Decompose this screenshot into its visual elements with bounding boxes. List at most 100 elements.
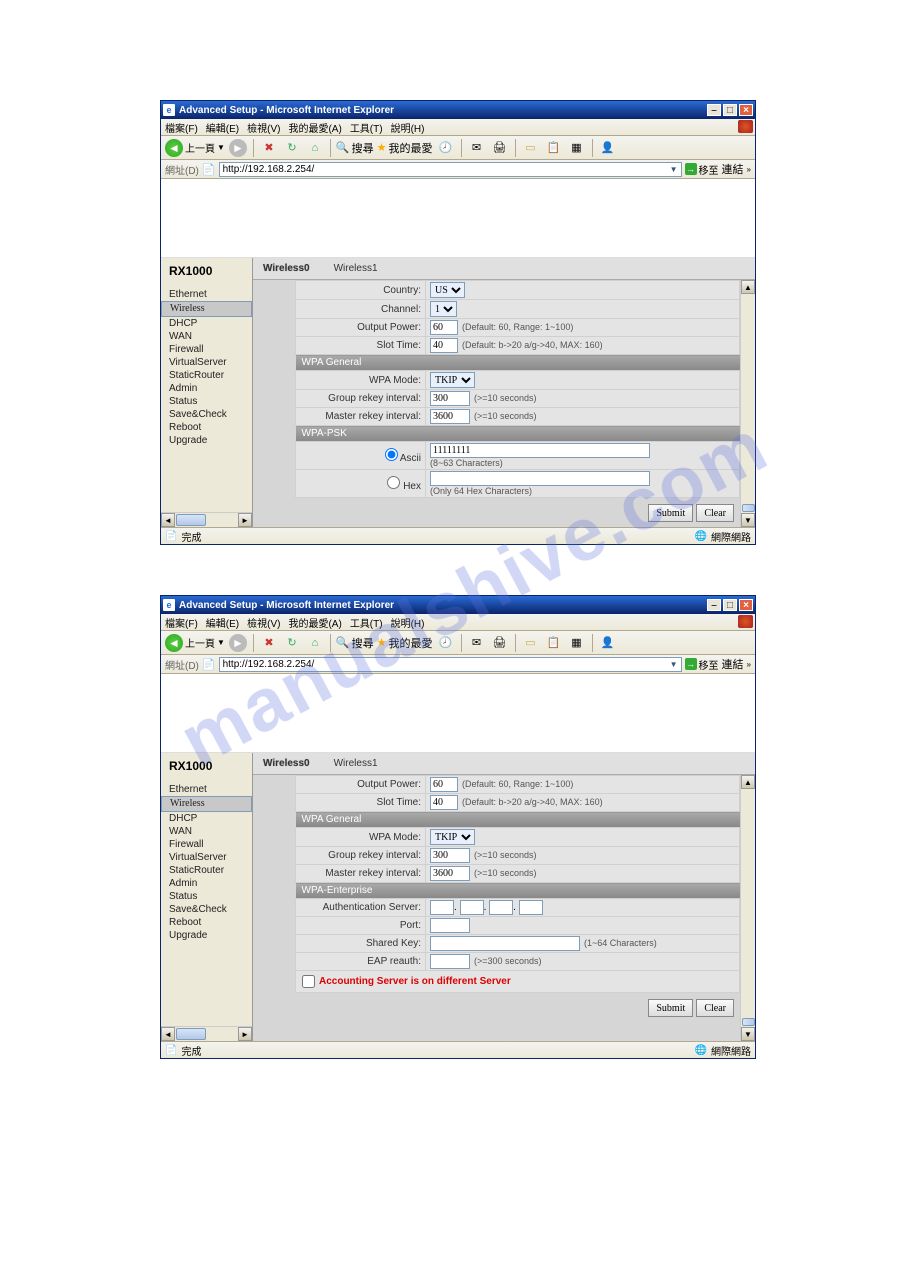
- content-vscroll[interactable]: ▲ ▼: [740, 775, 755, 1041]
- sidebar-hscroll[interactable]: ◄ ►: [161, 512, 252, 527]
- search-button[interactable]: 🔍搜尋: [336, 635, 374, 651]
- hex-radio-label[interactable]: Hex: [387, 481, 421, 492]
- sidebar-item-firewall[interactable]: Firewall: [161, 838, 252, 851]
- doc-icon[interactable]: ▦: [567, 138, 587, 158]
- go-button[interactable]: →移至: [685, 657, 719, 672]
- sidebar-item-wireless[interactable]: Wireless: [161, 796, 252, 812]
- messenger-icon[interactable]: 👤: [598, 138, 618, 158]
- back-button[interactable]: ◄ 上一頁 ▼: [165, 139, 225, 157]
- accounting-checkbox[interactable]: [302, 975, 315, 988]
- sidebar-item-wireless[interactable]: Wireless: [161, 301, 252, 317]
- scroll-thumb[interactable]: [176, 514, 206, 526]
- back-button[interactable]: ◄ 上一頁 ▼: [165, 634, 225, 652]
- menu-tools[interactable]: 工具(T): [350, 120, 383, 135]
- vscroll-thumb[interactable]: [742, 1018, 755, 1026]
- eap-reauth-input[interactable]: [430, 954, 470, 969]
- menu-favorites[interactable]: 我的最愛(A): [288, 615, 341, 630]
- stop-button[interactable]: ✖: [259, 138, 279, 158]
- minimize-button[interactable]: –: [707, 599, 721, 611]
- hex-input[interactable]: [430, 471, 650, 486]
- menu-file[interactable]: 檔案(F): [165, 120, 198, 135]
- menu-edit[interactable]: 編輯(E): [206, 615, 239, 630]
- sidebar-item-virtualserver[interactable]: VirtualServer: [161, 356, 252, 369]
- favorites-button[interactable]: ★我的最愛: [377, 635, 433, 651]
- menu-favorites[interactable]: 我的最愛(A): [288, 120, 341, 135]
- submit-button[interactable]: Submit: [648, 999, 693, 1017]
- maximize-button[interactable]: □: [723, 104, 737, 116]
- shared-key-input[interactable]: [430, 936, 580, 951]
- tab-wireless1[interactable]: Wireless1: [334, 263, 378, 274]
- history-button[interactable]: 🕗: [436, 633, 456, 653]
- scroll-up-icon[interactable]: ▲: [741, 775, 755, 789]
- sidebar-item-admin[interactable]: Admin: [161, 877, 252, 890]
- sidebar-item-staticrouter[interactable]: StaticRouter: [161, 369, 252, 382]
- home-button[interactable]: ⌂: [305, 633, 325, 653]
- ascii-radio-label[interactable]: Ascii: [385, 453, 421, 464]
- sidebar-item-reboot[interactable]: Reboot: [161, 916, 252, 929]
- scroll-right-icon[interactable]: ►: [238, 1027, 252, 1041]
- links-label[interactable]: 連結: [722, 161, 744, 177]
- doc-icon[interactable]: ▦: [567, 633, 587, 653]
- tab-wireless1[interactable]: Wireless1: [334, 758, 378, 769]
- sidebar-item-firewall[interactable]: Firewall: [161, 343, 252, 356]
- mail-button[interactable]: ✉: [467, 138, 487, 158]
- menu-help[interactable]: 說明(H): [391, 120, 425, 135]
- submit-button[interactable]: Submit: [648, 504, 693, 522]
- ascii-input[interactable]: [430, 443, 650, 458]
- scroll-left-icon[interactable]: ◄: [161, 1027, 175, 1041]
- sidebar-item-wan[interactable]: WAN: [161, 330, 252, 343]
- sidebar-item-upgrade[interactable]: Upgrade: [161, 929, 252, 942]
- clipboard-icon[interactable]: 📋: [544, 138, 564, 158]
- address-input[interactable]: http://192.168.2.254/▼: [219, 162, 682, 177]
- address-input[interactable]: http://192.168.2.254/▼: [219, 657, 682, 672]
- scroll-down-icon[interactable]: ▼: [741, 1027, 755, 1041]
- auth-server-ip1[interactable]: [430, 900, 454, 915]
- scroll-left-icon[interactable]: ◄: [161, 513, 175, 527]
- refresh-button[interactable]: ↻: [282, 138, 302, 158]
- sidebar-item-reboot[interactable]: Reboot: [161, 421, 252, 434]
- hex-radio[interactable]: [387, 476, 400, 489]
- menu-view[interactable]: 檢視(V): [247, 120, 280, 135]
- maximize-button[interactable]: □: [723, 599, 737, 611]
- sidebar-item-staticrouter[interactable]: StaticRouter: [161, 864, 252, 877]
- folder-icon[interactable]: ▭: [521, 633, 541, 653]
- sidebar-item-wan[interactable]: WAN: [161, 825, 252, 838]
- print-button[interactable]: 🖨: [490, 633, 510, 653]
- scroll-thumb[interactable]: [176, 1028, 206, 1040]
- auth-server-ip3[interactable]: [489, 900, 513, 915]
- accounting-checkbox-label[interactable]: Accounting Server is on different Server: [300, 972, 735, 991]
- output-power-input[interactable]: [430, 320, 458, 335]
- minimize-button[interactable]: –: [707, 104, 721, 116]
- close-button[interactable]: ×: [739, 599, 753, 611]
- master-rekey-input[interactable]: [430, 866, 470, 881]
- scroll-up-icon[interactable]: ▲: [741, 280, 755, 294]
- sidebar-item-status[interactable]: Status: [161, 890, 252, 903]
- auth-server-ip4[interactable]: [519, 900, 543, 915]
- forward-button[interactable]: ►: [228, 633, 248, 653]
- sidebar-hscroll[interactable]: ◄ ►: [161, 1026, 252, 1041]
- port-input[interactable]: [430, 918, 470, 933]
- sidebar-item-save&check[interactable]: Save&Check: [161, 903, 252, 916]
- go-button[interactable]: →移至: [685, 162, 719, 177]
- auth-server-ip2[interactable]: [460, 900, 484, 915]
- tab-wireless0[interactable]: Wireless0: [263, 263, 310, 274]
- clipboard-icon[interactable]: 📋: [544, 633, 564, 653]
- sidebar-item-ethernet[interactable]: Ethernet: [161, 288, 252, 301]
- slot-time-input[interactable]: [430, 338, 458, 353]
- vscroll-thumb[interactable]: [742, 504, 755, 512]
- sidebar-item-status[interactable]: Status: [161, 395, 252, 408]
- group-rekey-input[interactable]: [430, 848, 470, 863]
- clear-button[interactable]: Clear: [696, 999, 734, 1017]
- wpa-mode-select[interactable]: TKIP: [430, 829, 475, 845]
- group-rekey-input[interactable]: [430, 391, 470, 406]
- channel-select[interactable]: 1: [430, 301, 457, 317]
- messenger-icon[interactable]: 👤: [598, 633, 618, 653]
- mail-button[interactable]: ✉: [467, 633, 487, 653]
- history-button[interactable]: 🕗: [436, 138, 456, 158]
- sidebar-item-dhcp[interactable]: DHCP: [161, 812, 252, 825]
- links-label[interactable]: 連結: [722, 656, 744, 672]
- scroll-right-icon[interactable]: ►: [238, 513, 252, 527]
- home-button[interactable]: ⌂: [305, 138, 325, 158]
- sidebar-item-admin[interactable]: Admin: [161, 382, 252, 395]
- forward-button[interactable]: ►: [228, 138, 248, 158]
